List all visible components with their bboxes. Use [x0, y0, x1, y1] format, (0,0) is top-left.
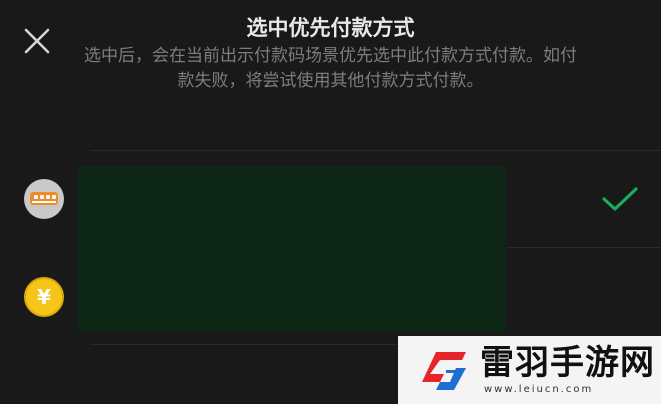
- redacted-payment-details: [78, 166, 506, 332]
- page-description: 选中后，会在当前出示付款码场景优先选中此付款方式付款。如付款失败，将尝试使用其他…: [84, 46, 577, 91]
- checkmark-icon: [602, 187, 638, 211]
- watermark-logo-icon: [422, 352, 466, 390]
- watermark: 雷羽手游网 www.leiucn.com: [398, 336, 661, 404]
- watermark-brand: 雷羽手游网: [480, 343, 655, 383]
- watermark-url: www.leiucn.com: [484, 384, 594, 395]
- yuan-coin-icon: ¥: [24, 277, 64, 317]
- bus-card-icon: [24, 179, 64, 219]
- page-title: 选中优先付款方式: [246, 16, 415, 40]
